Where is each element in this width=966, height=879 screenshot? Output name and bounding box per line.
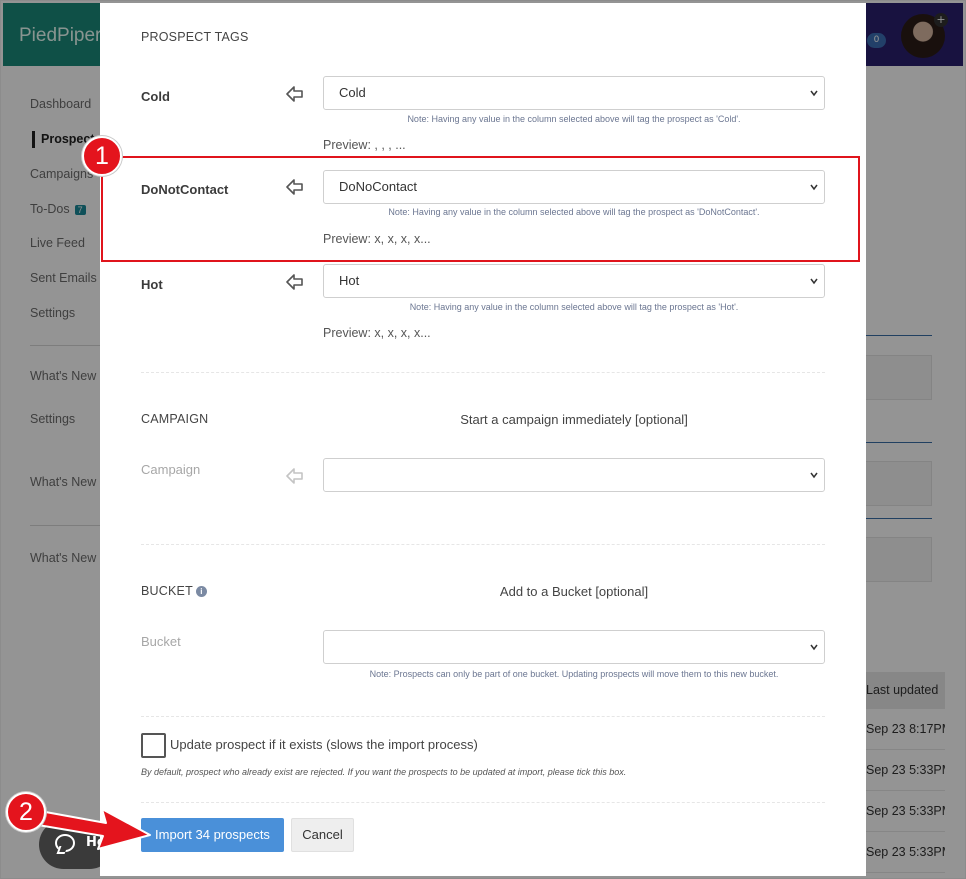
bucket-select[interactable] [323, 630, 825, 664]
tag-preview-cold: Preview: , , , ... [323, 138, 406, 152]
arrow-left-icon [286, 86, 303, 102]
update-prospect-checkbox[interactable] [141, 733, 166, 758]
tag-label-hot: Hot [141, 277, 163, 292]
chevron-down-icon [810, 90, 818, 97]
pointer-arrow-icon [37, 808, 151, 850]
section-divider [141, 716, 825, 717]
bucket-label: Bucket [141, 634, 181, 649]
campaign-section-title: CAMPAIGN [141, 412, 209, 426]
campaign-section-subtitle: Start a campaign immediately [optional] [460, 412, 688, 427]
bucket-section-title: BUCKET i [141, 584, 207, 598]
chevron-down-icon [810, 184, 818, 191]
select-value: Hot [339, 273, 360, 288]
select-value: Cold [339, 85, 366, 100]
section-divider [141, 372, 825, 373]
step-marker-1: 1 [82, 136, 122, 176]
select-value: DoNoContact [339, 179, 418, 194]
arrow-left-icon [286, 274, 303, 290]
tag-column-select-donotcontact[interactable]: DoNoContact [323, 170, 825, 204]
tag-note-hot: Note: Having any value in the column sel… [409, 302, 739, 312]
info-icon[interactable]: i [195, 586, 207, 597]
section-divider [141, 544, 825, 545]
chevron-down-icon [810, 472, 818, 479]
bucket-section-subtitle: Add to a Bucket [optional] [499, 584, 649, 599]
import-mapping-modal: PROSPECT TAGS Cold Cold Note: Having any… [100, 3, 866, 876]
update-prospect-label[interactable]: Update prospect if it exists (slows the … [170, 737, 478, 752]
update-prospect-hint: By default, prospect who already exist a… [141, 767, 627, 777]
campaign-select[interactable] [323, 458, 825, 492]
tag-note-donotcontact: Note: Having any value in the column sel… [388, 207, 760, 217]
bucket-note: Note: Prospects can only be part of one … [369, 669, 779, 679]
bucket-title-text: BUCKET [141, 584, 193, 598]
tag-column-select-hot[interactable]: Hot [323, 264, 825, 298]
tag-label-donotcontact: DoNotContact [141, 182, 229, 197]
arrow-left-icon [286, 179, 303, 195]
step-marker-2: 2 [6, 792, 46, 832]
cancel-button[interactable]: Cancel [291, 818, 354, 852]
tag-label-cold: Cold [141, 89, 170, 104]
campaign-label: Campaign [141, 462, 201, 477]
tag-note-cold: Note: Having any value in the column sel… [407, 114, 741, 124]
tag-column-select-cold[interactable]: Cold [323, 76, 825, 110]
tag-preview-donotcontact: Preview: x, x, x, x... [323, 232, 431, 246]
chevron-down-icon [810, 644, 818, 651]
tag-preview-hot: Preview: x, x, x, x... [323, 326, 431, 340]
arrow-left-icon [286, 468, 303, 484]
prospect-tags-title: PROSPECT TAGS [141, 30, 249, 44]
chevron-down-icon [810, 278, 818, 285]
section-divider [141, 802, 825, 803]
import-prospects-button[interactable]: Import 34 prospects [141, 818, 284, 852]
